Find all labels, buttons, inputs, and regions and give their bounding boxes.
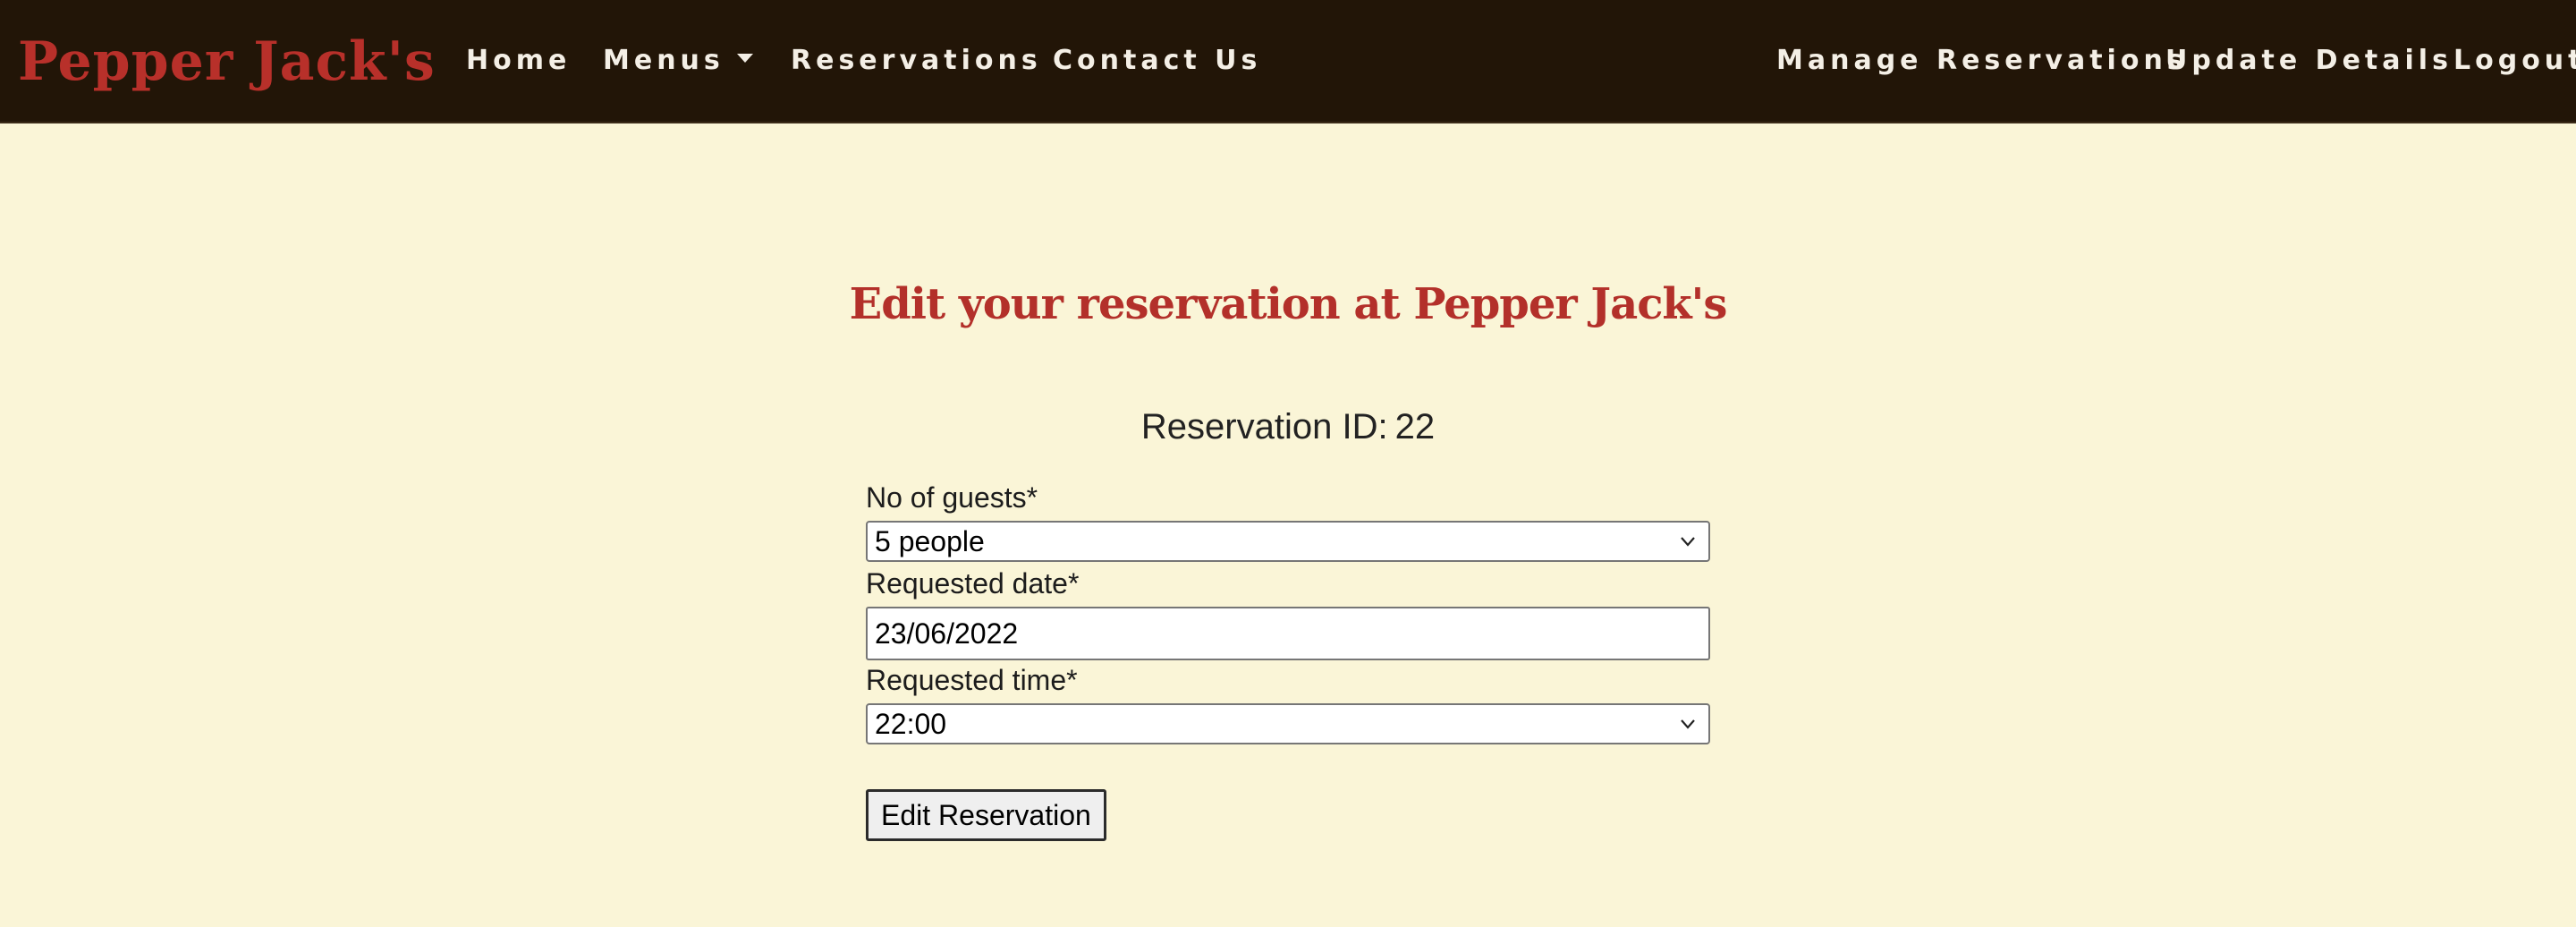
date-input[interactable]: 23/06/2022 (866, 607, 1710, 660)
page-title: Edit your reservation at Pepper Jack's (849, 279, 1728, 329)
guests-label: No of guests* (866, 481, 1038, 514)
nav-reservations[interactable]: Reservations (791, 42, 1042, 80)
brand-logo[interactable]: Pepper Jack's (18, 30, 436, 93)
guests-select-value: 5 people (875, 525, 985, 557)
nav-contact-us[interactable]: Contact Us (1053, 42, 1261, 80)
chevron-down-icon (1681, 537, 1695, 547)
chevron-down-icon (1681, 719, 1695, 729)
time-select[interactable]: 22:00 (866, 703, 1710, 744)
date-input-value: 23/06/2022 (875, 617, 1019, 650)
edit-reservation-button[interactable]: Edit Reservation (866, 789, 1106, 841)
caret-down-icon (736, 53, 753, 63)
reservation-id-value: 22 (1394, 407, 1436, 446)
nav-manage-reservations[interactable]: Manage Reservations (1776, 42, 2188, 80)
nav-menus-dropdown[interactable]: Menus (603, 42, 753, 80)
time-select-value: 22:00 (875, 708, 947, 740)
nav-home[interactable]: Home (466, 42, 571, 80)
nav-update-details[interactable]: Update Details (2165, 42, 2453, 80)
date-label: Requested date* (866, 567, 1080, 600)
nav-menus-label: Menus (603, 45, 724, 76)
time-label: Requested time* (866, 664, 1078, 696)
top-navbar: Pepper Jack's Home Menus Reservations Co… (0, 0, 2576, 123)
reservation-id: Reservation ID: 22 (0, 404, 2576, 449)
nav-logout[interactable]: Logout (2453, 42, 2576, 80)
reservation-id-label: Reservation ID: (1140, 407, 1388, 446)
guests-select[interactable]: 5 people (866, 521, 1710, 562)
